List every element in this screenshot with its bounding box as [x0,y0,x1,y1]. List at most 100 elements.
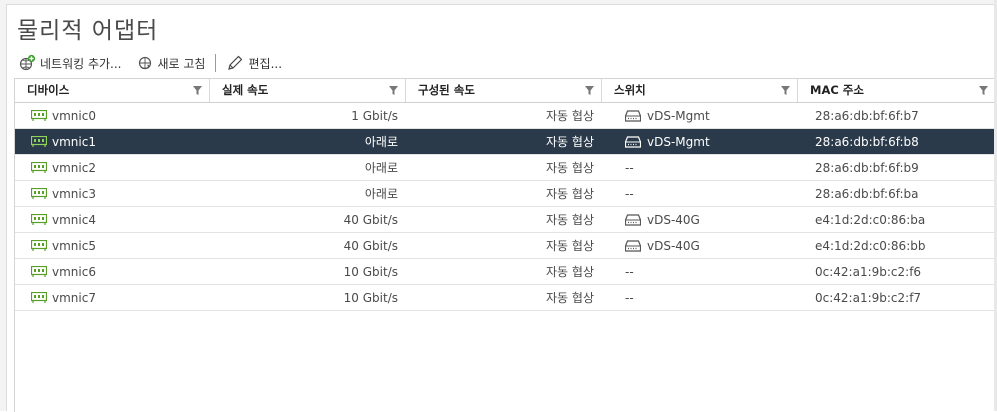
device-name: vmnic0 [52,108,96,123]
actual-speed-cell: 아래로 [364,161,398,175]
network-adapter-icon [31,188,47,199]
switch-icon [625,239,641,252]
actual-speed-cell: 아래로 [364,187,398,201]
mac-address-cell: 0c:42:a1:9b:c2:f7 [815,290,922,305]
switch-name: vDS-40G [647,212,700,227]
network-adapter-icon [31,266,47,277]
device-name: vmnic1 [52,134,96,149]
switch-cell: vDS-Mgmt [602,135,798,149]
configured-speed-cell: 자동 협상 [546,135,594,149]
network-adapter-icon [31,214,47,225]
configured-speed-cell: 자동 협상 [546,109,594,123]
device-name: vmnic7 [52,290,96,305]
device-cell: vmnic7 [15,291,210,305]
switch-name: vDS-40G [647,238,700,253]
mac-address-cell: e4:1d:2d:c0:86:ba [815,212,926,227]
mac-address-cell: e4:1d:2d:c0:86:bb [815,238,926,253]
switch-icon [625,135,641,148]
device-cell: vmnic3 [15,187,210,201]
mac-address-cell: 28:a6:db:bf:6f:b9 [815,160,919,175]
device-cell: vmnic4 [15,213,210,227]
filter-icon[interactable] [193,86,202,95]
configured-speed-cell: 자동 협상 [546,161,594,175]
table-row[interactable]: vmnic5 40 Gbit/s 자동 협상 vDS-40G e4:1d:2d:… [15,233,997,259]
switch-name: -- [625,264,634,279]
configured-speed-cell: 자동 협상 [546,187,594,201]
configured-speed-cell: 자동 협상 [546,239,594,253]
refresh-label: 새로 고침 [157,56,206,71]
device-cell: vmnic0 [15,109,210,123]
column-header-actual-speed[interactable]: 실제 속도 [210,79,406,102]
table-row[interactable]: vmnic3 아래로 자동 협상 -- 28:a6:db:bf:6f:ba [15,181,997,207]
table-row[interactable]: vmnic2 아래로 자동 협상 -- 28:a6:db:bf:6f:b9 [15,155,997,181]
column-header-configured-speed[interactable]: 구성된 속도 [406,79,602,102]
refresh-icon [138,56,151,70]
table-row[interactable]: vmnic4 40 Gbit/s 자동 협상 vDS-40G e4:1d:2d:… [15,207,997,233]
toolbar: 네트워킹 추가... 새로 고침 편집... [18,52,282,74]
table-row[interactable]: vmnic0 1 Gbit/s 자동 협상 vDS-Mgmt 28:a6:db:… [15,103,997,129]
device-name: vmnic2 [52,160,96,175]
configured-speed-cell: 자동 협상 [546,213,594,227]
add-networking-button[interactable]: 네트워킹 추가... [18,54,122,72]
mac-address-cell: 0c:42:a1:9b:c2:f6 [815,264,922,279]
adapters-table: 디바이스 실제 속도 구성된 속도 스위치 MAC 주소 vmnic0 1 Gb… [14,78,997,412]
column-header-switch[interactable]: 스위치 [602,79,798,102]
device-cell: vmnic2 [15,161,210,175]
network-adapter-icon [31,240,47,251]
table-row[interactable]: vmnic7 10 Gbit/s 자동 협상 -- 0c:42:a1:9b:c2… [15,285,997,311]
column-header-device[interactable]: 디바이스 [15,79,210,102]
switch-cell: vDS-Mgmt [602,109,798,123]
device-name: vmnic3 [52,186,96,201]
table-body: vmnic0 1 Gbit/s 자동 협상 vDS-Mgmt 28:a6:db:… [15,103,997,311]
network-adapter-icon [31,292,47,303]
device-cell: vmnic6 [15,265,210,279]
device-cell: vmnic1 [15,135,210,149]
table-row[interactable]: vmnic1 아래로 자동 협상 vDS-Mgmt 28:a6:db:bf:6f… [15,129,997,155]
pencil-icon [228,55,243,70]
network-adapter-icon [31,136,47,147]
device-name: vmnic4 [52,212,96,227]
mac-address-cell: 28:a6:db:bf:6f:ba [815,186,919,201]
switch-name: vDS-Mgmt [647,108,710,123]
actual-speed-cell: 1 Gbit/s [351,108,398,123]
mac-address-cell: 28:a6:db:bf:6f:b8 [815,134,919,149]
actual-speed-cell: 10 Gbit/s [343,264,398,279]
table-row[interactable]: vmnic6 10 Gbit/s 자동 협상 -- 0c:42:a1:9b:c2… [15,259,997,285]
switch-cell: vDS-40G [602,239,798,253]
refresh-button[interactable]: 새로 고침 [136,54,206,72]
configured-speed-cell: 자동 협상 [546,265,594,279]
switch-name: -- [625,160,634,175]
switch-cell: -- [602,161,798,175]
device-cell: vmnic5 [15,239,210,253]
filter-icon[interactable] [389,86,398,95]
actual-speed-cell: 40 Gbit/s [343,238,398,253]
edit-label: 편집... [248,56,283,71]
add-networking-label: 네트워킹 추가... [40,56,122,71]
switch-icon [625,213,641,226]
device-name: vmnic5 [52,238,96,253]
switch-name: vDS-Mgmt [647,134,710,149]
switch-name: -- [625,290,634,305]
column-header-mac-address[interactable]: MAC 주소 [798,79,996,102]
toolbar-divider [215,54,217,72]
switch-cell: -- [602,291,798,305]
filter-icon[interactable] [585,86,594,95]
filter-icon[interactable] [781,86,790,95]
mac-address-cell: 28:a6:db:bf:6f:b7 [815,108,919,123]
window-left-edge [0,0,7,411]
page-title: 물리적 어댑터 [17,18,159,44]
switch-cell: vDS-40G [602,213,798,227]
actual-speed-cell: 아래로 [364,135,398,149]
filter-icon[interactable] [979,86,988,95]
add-network-icon [19,54,36,71]
device-name: vmnic6 [52,264,96,279]
actual-speed-cell: 10 Gbit/s [343,290,398,305]
switch-icon [625,109,641,122]
edit-button[interactable]: 편집... [226,54,282,72]
network-adapter-icon [31,110,47,121]
window-top-edge [6,0,997,5]
switch-cell: -- [602,187,798,201]
network-adapter-icon [31,162,47,173]
configured-speed-cell: 자동 협상 [546,291,594,305]
actual-speed-cell: 40 Gbit/s [343,212,398,227]
